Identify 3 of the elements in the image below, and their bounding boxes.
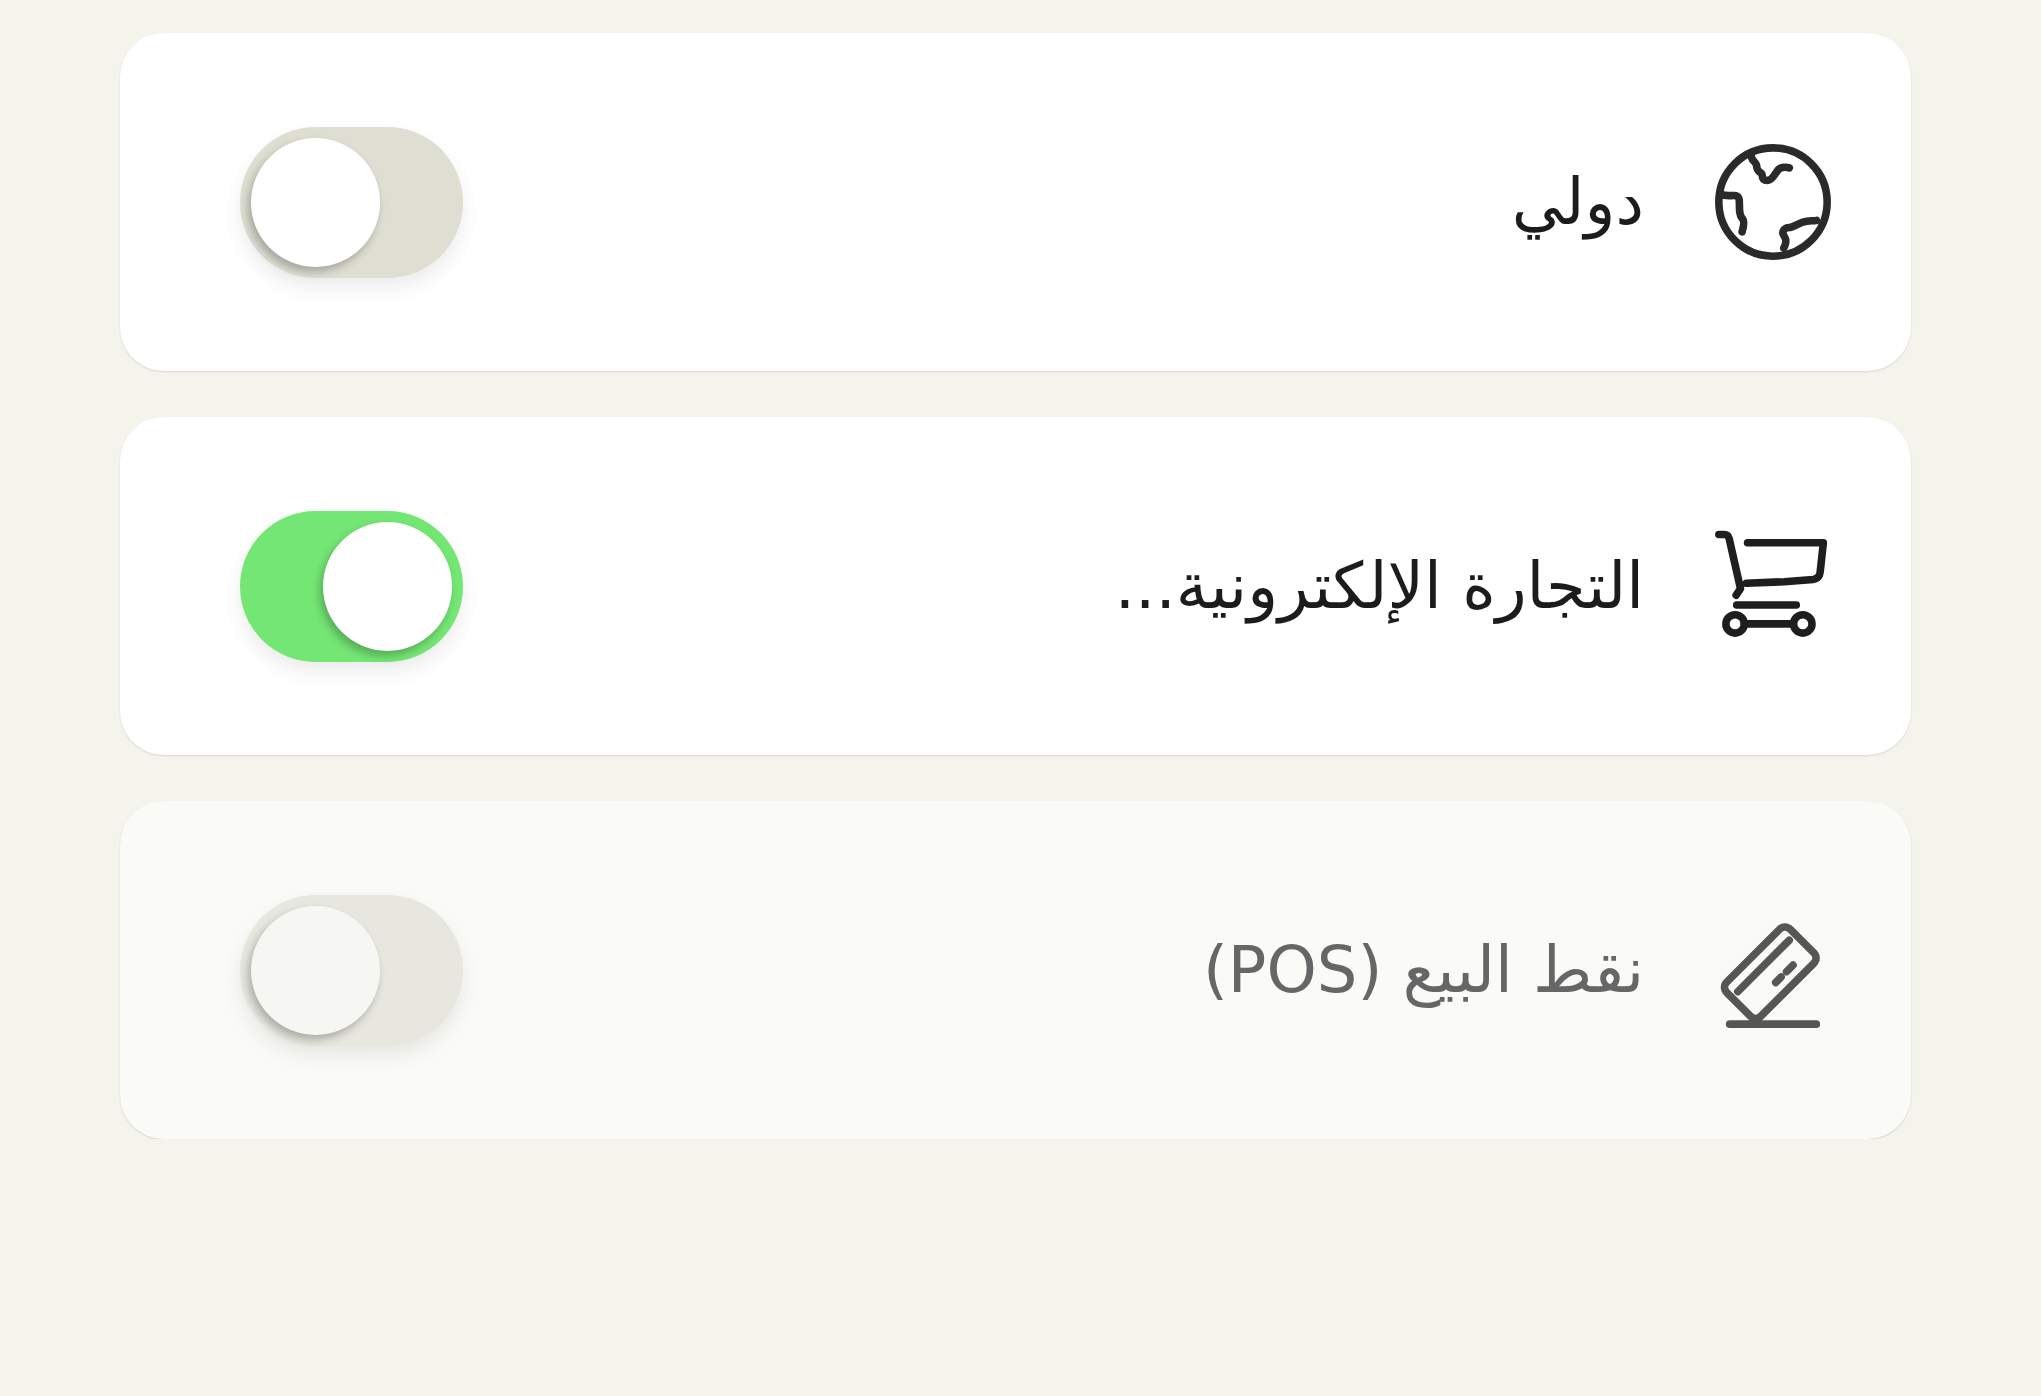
setting-label: دولي (1510, 165, 1644, 239)
setting-label: نقط البيع (POS) (1201, 933, 1644, 1007)
setting-label: التجارة الإلكترونية... (1113, 549, 1644, 623)
